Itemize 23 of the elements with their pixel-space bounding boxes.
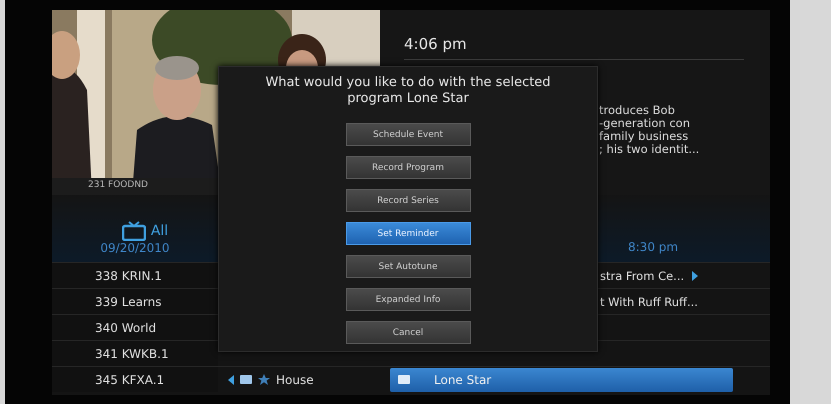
dialog-button[interactable]: Expanded Info <box>346 288 470 311</box>
channel-caption: 231 FOODND <box>88 180 148 190</box>
dialog-title: What would you like to do with the selected program Lone Star <box>264 75 552 107</box>
selected-program[interactable]: Lone Star <box>390 368 733 392</box>
dialog-button[interactable]: Set Reminder <box>346 222 470 245</box>
star-icon <box>258 374 270 386</box>
dialog-button[interactable]: Schedule Event <box>346 123 470 146</box>
time-slot: 8:30 pm <box>628 240 678 254</box>
guide-date: 09/20/2010 <box>100 241 170 255</box>
tv-icon <box>122 221 146 241</box>
left-arrow-icon <box>228 374 234 384</box>
dialog-button[interactable]: Cancel <box>346 321 470 344</box>
program-title[interactable]: stra From Ce... <box>600 268 684 282</box>
dialog-button[interactable]: Set Autotune <box>346 255 470 278</box>
dialog-button[interactable]: Record Series <box>346 189 470 212</box>
filter-label[interactable]: All <box>150 223 168 239</box>
program-title[interactable]: t With Ruff Ruff... <box>600 294 698 308</box>
program-description: troduces Bob -generation con family business ; his two identit... <box>599 104 700 156</box>
program-cell[interactable]: House <box>218 372 314 386</box>
screen-icon <box>398 375 410 384</box>
dialog-button[interactable]: Record Program <box>346 156 470 179</box>
clock: 4:06 pm <box>404 35 744 60</box>
screen-icon <box>240 375 252 384</box>
